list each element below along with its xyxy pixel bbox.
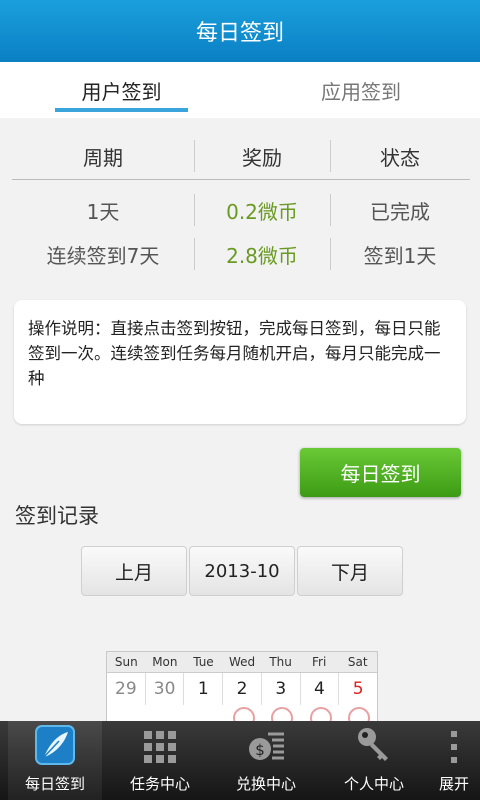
tab-app-checkin[interactable]: 应用签到	[296, 62, 426, 118]
column-divider	[194, 238, 195, 270]
key-icon	[354, 725, 394, 765]
month-navigator: 上月 2013-10 下月	[81, 546, 405, 596]
grid-icon	[142, 729, 178, 765]
more-icon	[449, 729, 459, 765]
column-divider	[194, 194, 195, 226]
calendar-day: 3	[262, 673, 301, 705]
current-month-label: 2013-10	[189, 546, 295, 596]
header-divider	[12, 179, 470, 180]
row-reward: 2.8微币	[226, 243, 298, 268]
header-status: 状态	[380, 145, 420, 170]
column-divider	[330, 238, 331, 270]
exchange-icon: $	[246, 729, 286, 765]
feather-icon	[35, 725, 75, 765]
checkin-calendar: Sun Mon Tue Wed Thu Fri Sat 29 30 1 2 3 …	[106, 651, 378, 727]
header-reward: 奖励	[242, 145, 282, 170]
row-status: 签到1天	[363, 243, 437, 268]
calendar-day: 2	[223, 673, 262, 705]
column-divider	[194, 140, 195, 172]
column-divider	[330, 194, 331, 226]
table-row: 连续签到7天 2.8微币 签到1天	[12, 232, 470, 276]
weekday-fri: Fri	[312, 655, 327, 669]
header-period: 周期	[83, 145, 123, 170]
nav-personal-center[interactable]: 个人中心	[326, 721, 422, 800]
nav-expand[interactable]: 展开	[428, 721, 480, 800]
next-month-button[interactable]: 下月	[297, 546, 403, 596]
daily-checkin-button[interactable]: 每日签到	[300, 448, 461, 497]
tab-user-checkin[interactable]: 用户签到	[55, 62, 188, 118]
bottom-nav: 每日签到 任务中心 $ 兑换中心 个人中心 展开	[0, 721, 480, 800]
calendar-day: 5	[352, 679, 364, 699]
nav-daily-checkin[interactable]: 每日签到	[8, 721, 102, 800]
table-row: 1天 0.2微币 已完成	[12, 188, 470, 232]
table-header-row: 周期 奖励 状态	[12, 134, 470, 178]
instructions-card: 操作说明：直接点击签到按钮，完成每日签到，每日只能签到一次。连续签到任务每月随机…	[14, 300, 466, 424]
calendar-day: 4	[301, 673, 340, 705]
nav-exchange-center[interactable]: $ 兑换中心	[218, 721, 314, 800]
row-period: 连续签到7天	[46, 243, 160, 268]
calendar-day: 30	[146, 673, 185, 705]
calendar-week-row: 29 30 1 2 3 4 5	[107, 673, 377, 705]
weekday-wed: Wed	[228, 655, 256, 669]
page-title: 每日签到	[195, 21, 284, 46]
title-bar: 每日签到	[0, 0, 480, 62]
tab-bar: 用户签到 应用签到	[0, 62, 480, 118]
calendar-day: 29	[107, 673, 146, 705]
row-period: 1天	[86, 199, 120, 224]
instructions-text: 操作说明：直接点击签到按钮，完成每日签到，每日只能签到一次。连续签到任务每月随机…	[28, 319, 441, 388]
row-status: 已完成	[370, 199, 430, 224]
calendar-weekday-row: Sun Mon Tue Wed Thu Fri Sat	[107, 652, 377, 673]
nav-task-center[interactable]: 任务中心	[112, 721, 208, 800]
weekday-sat: Sat	[347, 655, 368, 669]
weekday-sun: Sun	[114, 655, 138, 669]
svg-text:$: $	[255, 741, 265, 759]
checkin-record-title: 签到记录	[15, 504, 99, 528]
weekday-tue: Tue	[193, 655, 214, 669]
row-reward: 0.2微币	[226, 199, 298, 224]
weekday-mon: Mon	[152, 655, 178, 669]
column-divider	[330, 140, 331, 172]
weekday-thu: Thu	[269, 655, 292, 669]
reward-table: 周期 奖励 状态 1天 0.2微币 已完成 连续签到7天 2.8微币 签到1天	[12, 134, 470, 276]
prev-month-button[interactable]: 上月	[81, 546, 187, 596]
calendar-day: 1	[184, 673, 224, 705]
